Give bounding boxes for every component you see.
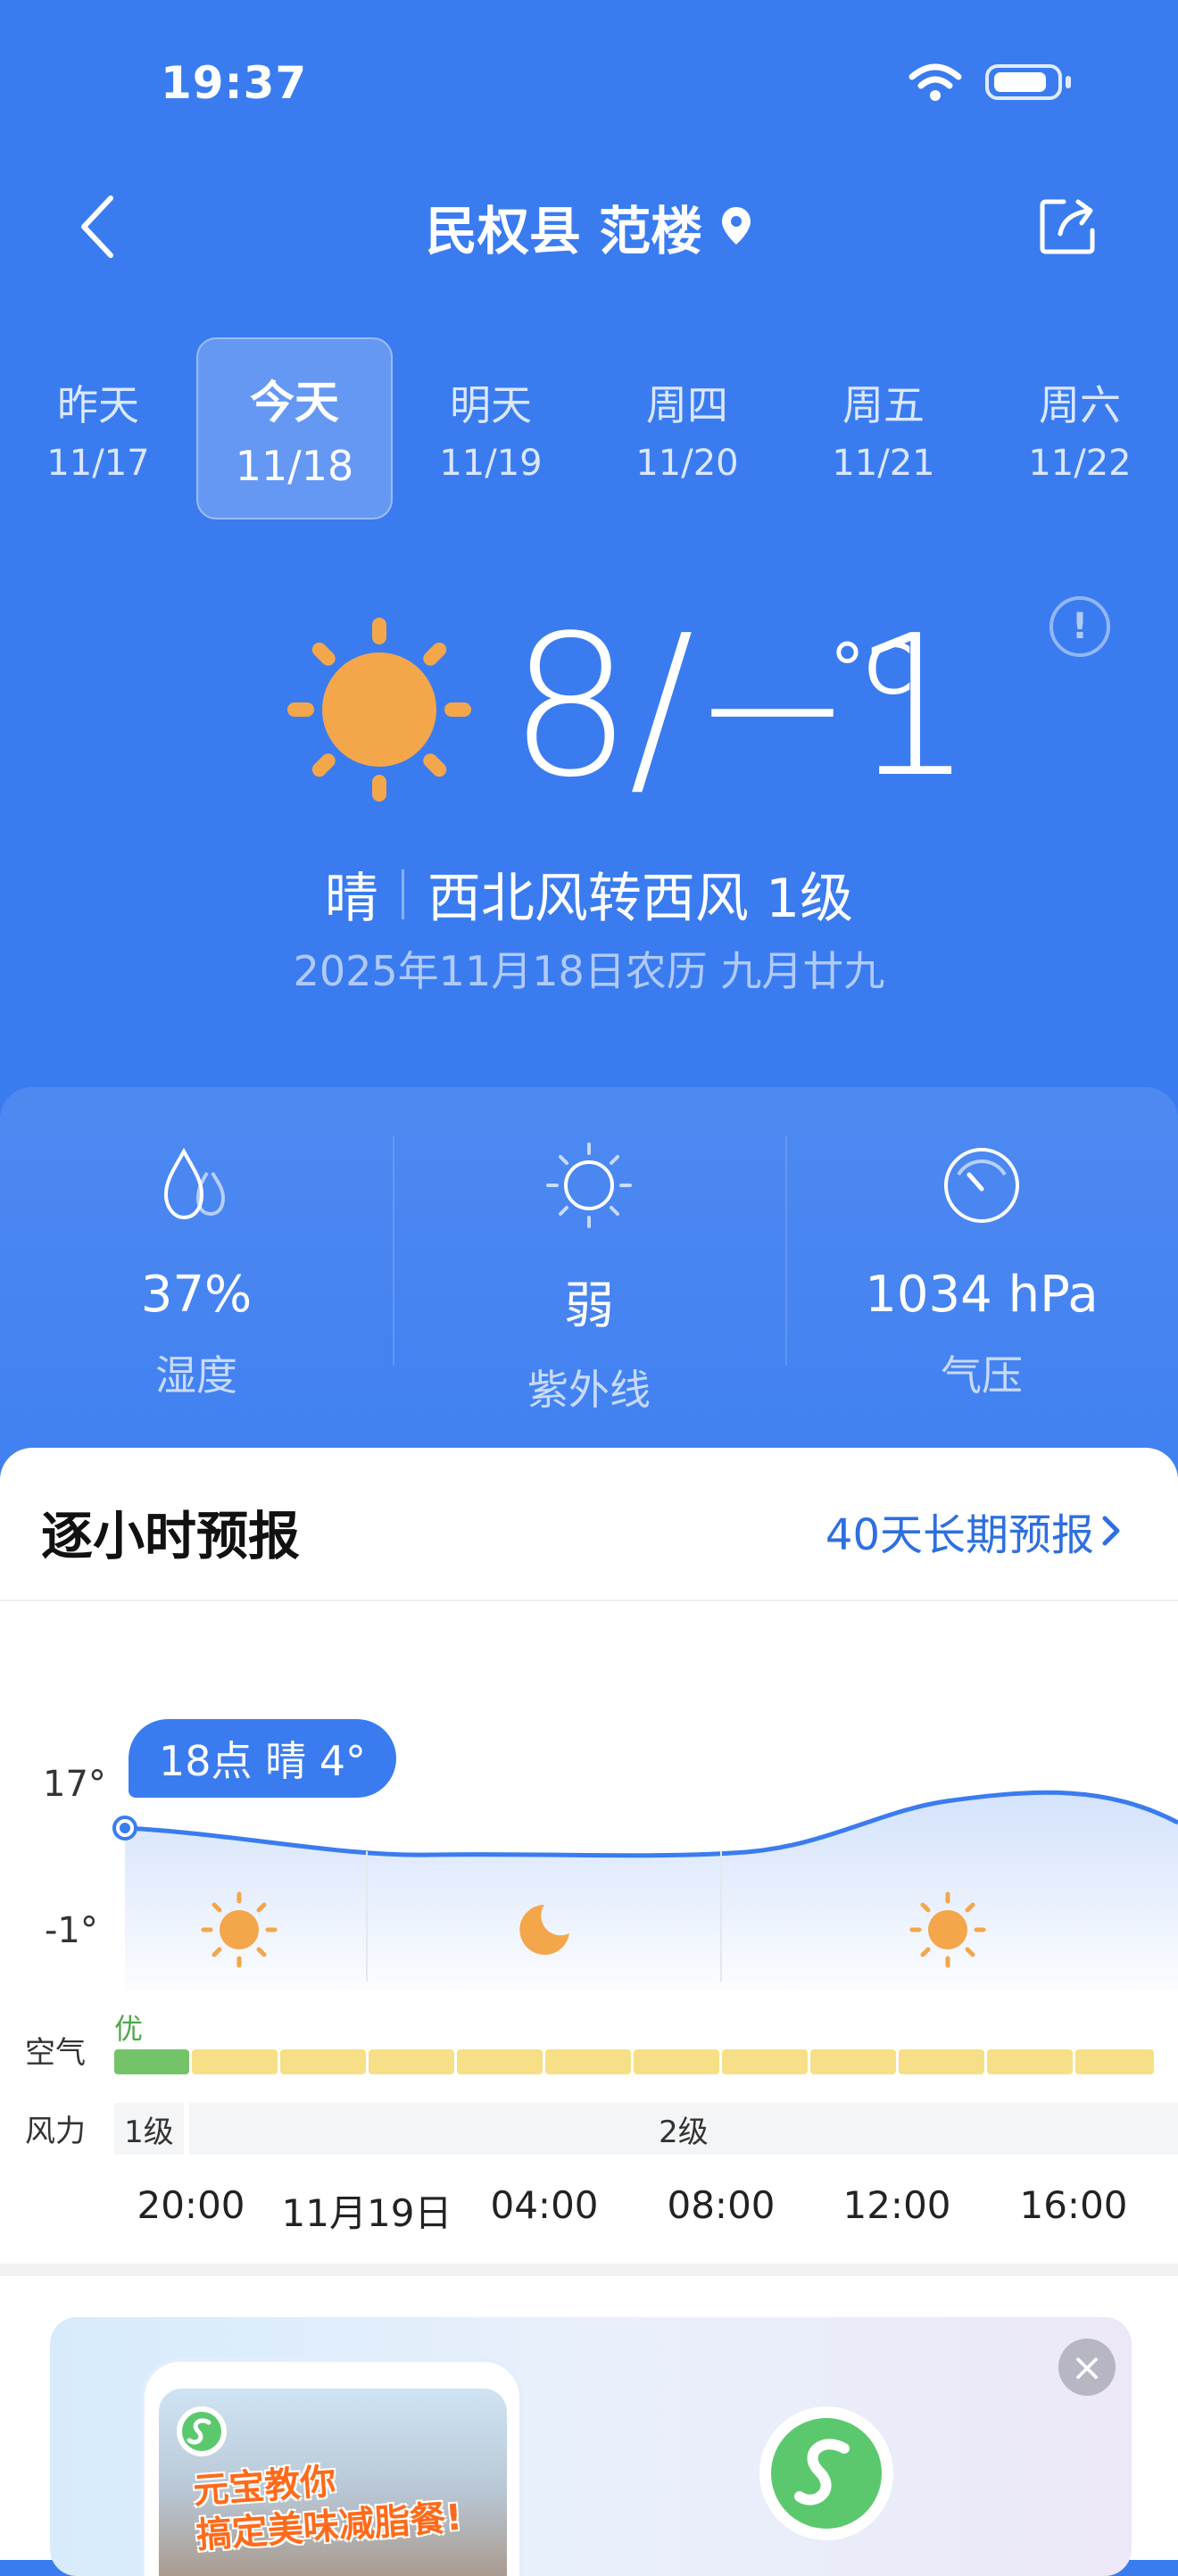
tab-date: 11/17 [46,443,150,484]
aq-cell [810,2049,896,2074]
aq-cell [114,2049,189,2074]
tab-date: 11/22 [1028,443,1132,484]
wind-row: 1级 2级 [114,2103,1178,2155]
chevron-right-icon [1102,1516,1120,1546]
condition-line: 晴 西北风转西风 1级 [0,855,1178,933]
stats-card: 37% 湿度 弱 紫外线 1034 hPa 气压 [0,1087,1178,1480]
aq-cell [545,2049,631,2074]
pressure-gauge-icon [944,1148,1019,1223]
time-axis: 20:00 11月19日 04:00 08:00 12:00 16:00 [0,2183,1178,2237]
stat-humidity[interactable]: 37% 湿度 [0,1087,393,1480]
tab-date: 11/19 [439,443,543,484]
tab-day: 明天 [450,381,532,429]
time-label: 11月19日 [281,2191,452,2235]
time-label: 12:00 [842,2183,951,2227]
time-label: 20:00 [137,2183,245,2227]
stat-value: 37% [140,1266,253,1324]
stat-value: 弱 [564,1277,614,1335]
tab-yesterday[interactable]: 昨天 11/17 [0,337,196,519]
tab-day: 周六 [1039,381,1121,429]
tab-date: 11/20 [635,443,739,484]
air-quality-label: 空气 [25,2035,86,2071]
info-button[interactable]: ! [1049,596,1110,657]
stat-pressure[interactable]: 1034 hPa 气压 [785,1087,1178,1480]
date-lunar-line: 2025年11月18日农历 九月廿九 [293,947,885,995]
long-forecast-link[interactable]: 40天长期预报 [825,1500,1123,1562]
stat-label: 气压 [941,1351,1023,1400]
tab-saturday[interactable]: 周六 11/22 [982,337,1178,519]
battery-tip [1066,76,1071,88]
tab-today[interactable]: 今天 11/18 [196,337,393,519]
ad-app-logo-small [177,2406,227,2456]
hourly-temp-chart [112,1790,1178,1990]
sunny-icon [287,618,471,802]
tab-day: 周五 [842,381,925,429]
ad-close-button[interactable]: × [1058,2339,1116,2396]
tab-date: 11/21 [832,443,935,484]
aq-cell [192,2049,278,2074]
air-quality-row [114,2049,1154,2074]
stat-value: 1034 hPa [865,1266,1099,1324]
section-separator [0,2264,1178,2276]
tab-date: 11/18 [235,442,354,490]
wind-text: 西北风转西风 1级 [427,868,854,930]
wifi-icon [908,63,962,101]
status-time: 19:37 [161,57,308,109]
tab-tomorrow[interactable]: 明天 11/19 [393,337,589,519]
aq-first-tag: 优 [114,2012,144,2046]
ad-headline: 元宝教你 搞定美味减脂餐! [192,2451,463,2559]
yuanbao-logo-icon [771,2418,882,2529]
aq-cell [634,2049,719,2074]
temp-area [125,1792,1178,1990]
aq-cell [987,2049,1073,2074]
hour-tooltip: 18点 晴 4° [129,1719,397,1798]
stat-uv[interactable]: 弱 紫外线 [393,1087,785,1480]
time-label: 08:00 [667,2183,776,2227]
wind-cell: 1级 [114,2103,184,2155]
battery-icon [985,64,1062,100]
ad-photo: 元宝教你 搞定美味减脂餐! [159,2389,507,2576]
share-button[interactable] [1037,195,1099,257]
location-title[interactable]: 民权县 范楼 [426,189,702,264]
aq-cell [1075,2049,1154,2074]
stat-label: 湿度 [155,1351,237,1400]
tab-day: 昨天 [57,381,139,429]
time-label: 04:00 [490,2183,599,2227]
uv-sun-icon [546,1143,632,1228]
wind-cell: 2级 [189,2103,1178,2155]
tab-thursday[interactable]: 周四 11/20 [589,337,785,519]
humidity-icon [163,1147,226,1220]
hourly-title: 逐小时预报 [41,1506,301,1566]
aq-cell [722,2049,808,2074]
tab-friday[interactable]: 周五 11/21 [785,337,982,519]
stat-label: 紫外线 [527,1366,651,1414]
aq-cell [280,2049,366,2074]
status-icons [908,62,1071,102]
condition-text: 晴 [324,868,378,930]
aq-cell [369,2049,454,2074]
long-forecast-label: 40天长期预报 [825,1510,1094,1560]
aq-cell [899,2049,984,2074]
current-point-inner [120,1823,130,1833]
ad-phone-frame: 元宝教你 搞定美味减脂餐! [145,2362,519,2576]
location-pin-icon [722,207,751,245]
location-header[interactable]: 民权县 范楼 [0,189,1178,264]
tab-day: 今天 [250,377,339,428]
time-label: 16:00 [1019,2183,1128,2227]
aq-cell [457,2049,543,2074]
divider [401,868,404,919]
ad-app-logo [759,2406,893,2540]
tab-day: 周四 [646,381,728,429]
section-divider [0,1600,1178,1601]
wind-label: 风力 [25,2114,86,2149]
day-tabs: 昨天 11/17 今天 11/18 明天 11/19 周四 11/20 周五 1… [0,337,1178,519]
ad-banner[interactable]: 元宝教你 搞定美味减脂餐! × [50,2317,1132,2576]
temperature-unit: °C [830,630,914,710]
